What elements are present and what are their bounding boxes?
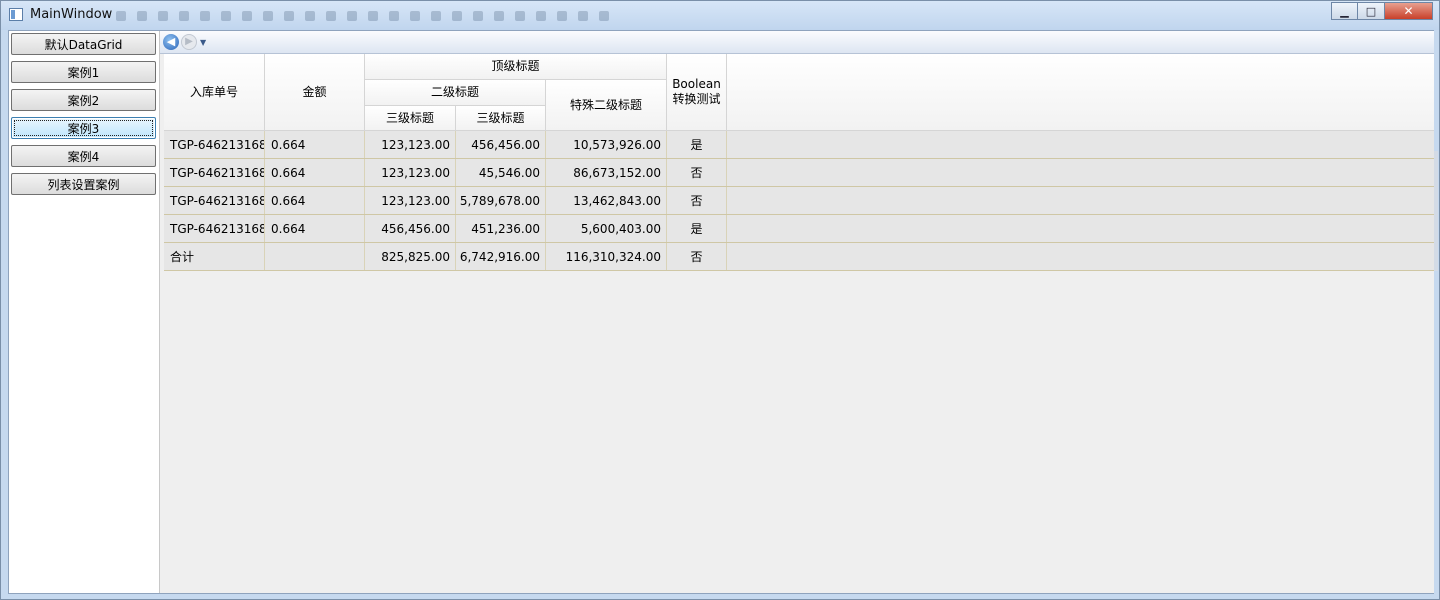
- ghost-toolbar: [116, 10, 676, 24]
- cell-boolean: 否: [667, 243, 727, 270]
- header-third-title-2[interactable]: 三级标题: [456, 106, 546, 131]
- cell-order-no: TGP-6462131688: [164, 159, 265, 186]
- header-second-title: 二级标题: [365, 80, 546, 106]
- content-frame: ◀ ▶ ▼ 入库单号 金额 顶级标题 二级标题 三级标题 三级标题 特殊二级标题…: [160, 31, 1434, 593]
- window-title: MainWindow: [30, 7, 113, 22]
- cell-third-1: 123,123.00: [365, 131, 456, 158]
- cell-amount: 0.664: [265, 159, 365, 186]
- nav-button-case-1[interactable]: 案例1: [11, 61, 156, 83]
- cell-third-1: 123,123.00: [365, 187, 456, 214]
- cell-boolean: 是: [667, 215, 727, 242]
- cell-amount: [265, 243, 365, 270]
- back-arrow-icon[interactable]: ◀: [163, 34, 179, 50]
- nav-button-list-settings[interactable]: 列表设置案例: [11, 173, 156, 195]
- table-row[interactable]: TGP-6462131688 0.664 123,123.00 456,456.…: [164, 131, 1434, 159]
- cell-special: 86,673,152.00: [546, 159, 667, 186]
- window-icon: [9, 8, 23, 21]
- cell-order-no: TGP-6462131688: [164, 215, 265, 242]
- cell-order-no: TGP-6462131688: [164, 131, 265, 158]
- cell-amount: 0.664: [265, 131, 365, 158]
- cell-order-no: TGP-6462131688: [164, 187, 265, 214]
- nav-button-default-datagrid[interactable]: 默认DataGrid: [11, 33, 156, 55]
- minimize-button[interactable]: ▁: [1331, 2, 1358, 20]
- cell-third-2: 456,456.00: [456, 131, 546, 158]
- table-row[interactable]: TGP-6462131688 0.664 123,123.00 45,546.0…: [164, 159, 1434, 187]
- history-dropdown-icon[interactable]: ▼: [200, 38, 206, 47]
- maximize-button[interactable]: □: [1358, 2, 1385, 20]
- cell-third-2: 451,236.00: [456, 215, 546, 242]
- table-row[interactable]: TGP-6462131688 0.664 456,456.00 451,236.…: [164, 215, 1434, 243]
- cell-third-2: 45,546.00: [456, 159, 546, 186]
- cell-third-2: 6,742,916.00: [456, 243, 546, 270]
- main-window: MainWindow ▁ □ ✕ 默认DataGrid 案例1 案例2 案例3 …: [0, 0, 1440, 600]
- cell-special: 10,573,926.00: [546, 131, 667, 158]
- resize-edge[interactable]: [1434, 151, 1438, 271]
- cell-amount: 0.664: [265, 215, 365, 242]
- title-bar[interactable]: MainWindow ▁ □ ✕: [1, 1, 1439, 30]
- header-boolean[interactable]: Boolean转换测试: [667, 54, 727, 131]
- header-third-title-1[interactable]: 三级标题: [365, 106, 456, 131]
- cell-third-1: 456,456.00: [365, 215, 456, 242]
- cell-special: 13,462,843.00: [546, 187, 667, 214]
- nav-button-case-4[interactable]: 案例4: [11, 145, 156, 167]
- nav-button-case-2[interactable]: 案例2: [11, 89, 156, 111]
- cell-special: 5,600,403.00: [546, 215, 667, 242]
- table-row-total[interactable]: 合计 825,825.00 6,742,916.00 116,310,324.0…: [164, 243, 1434, 271]
- cell-total-label: 合计: [164, 243, 265, 270]
- cell-third-1: 825,825.00: [365, 243, 456, 270]
- cell-third-2: 5,789,678.00: [456, 187, 546, 214]
- frame-navigation-bar: ◀ ▶ ▼: [160, 31, 1434, 54]
- sidebar: 默认DataGrid 案例1 案例2 案例3 案例4 列表设置案例: [9, 31, 160, 593]
- client-area: 默认DataGrid 案例1 案例2 案例3 案例4 列表设置案例 ◀ ▶ ▼ …: [8, 30, 1434, 594]
- cell-boolean: 是: [667, 131, 727, 158]
- header-order-no[interactable]: 入库单号: [164, 54, 265, 131]
- nav-button-case-3[interactable]: 案例3: [11, 117, 156, 139]
- cell-boolean: 否: [667, 187, 727, 214]
- window-controls: ▁ □ ✕: [1331, 2, 1433, 21]
- close-button[interactable]: ✕: [1385, 2, 1433, 20]
- cell-special: 116,310,324.00: [546, 243, 667, 270]
- forward-arrow-icon[interactable]: ▶: [181, 34, 197, 50]
- header-special-second[interactable]: 特殊二级标题: [546, 80, 667, 131]
- header-amount[interactable]: 金额: [265, 54, 365, 131]
- cell-amount: 0.664: [265, 187, 365, 214]
- table-row[interactable]: TGP-6462131688 0.664 123,123.00 5,789,67…: [164, 187, 1434, 215]
- cell-third-1: 123,123.00: [365, 159, 456, 186]
- cell-boolean: 否: [667, 159, 727, 186]
- header-top-title: 顶级标题: [365, 54, 667, 80]
- header-filler: [727, 54, 1434, 131]
